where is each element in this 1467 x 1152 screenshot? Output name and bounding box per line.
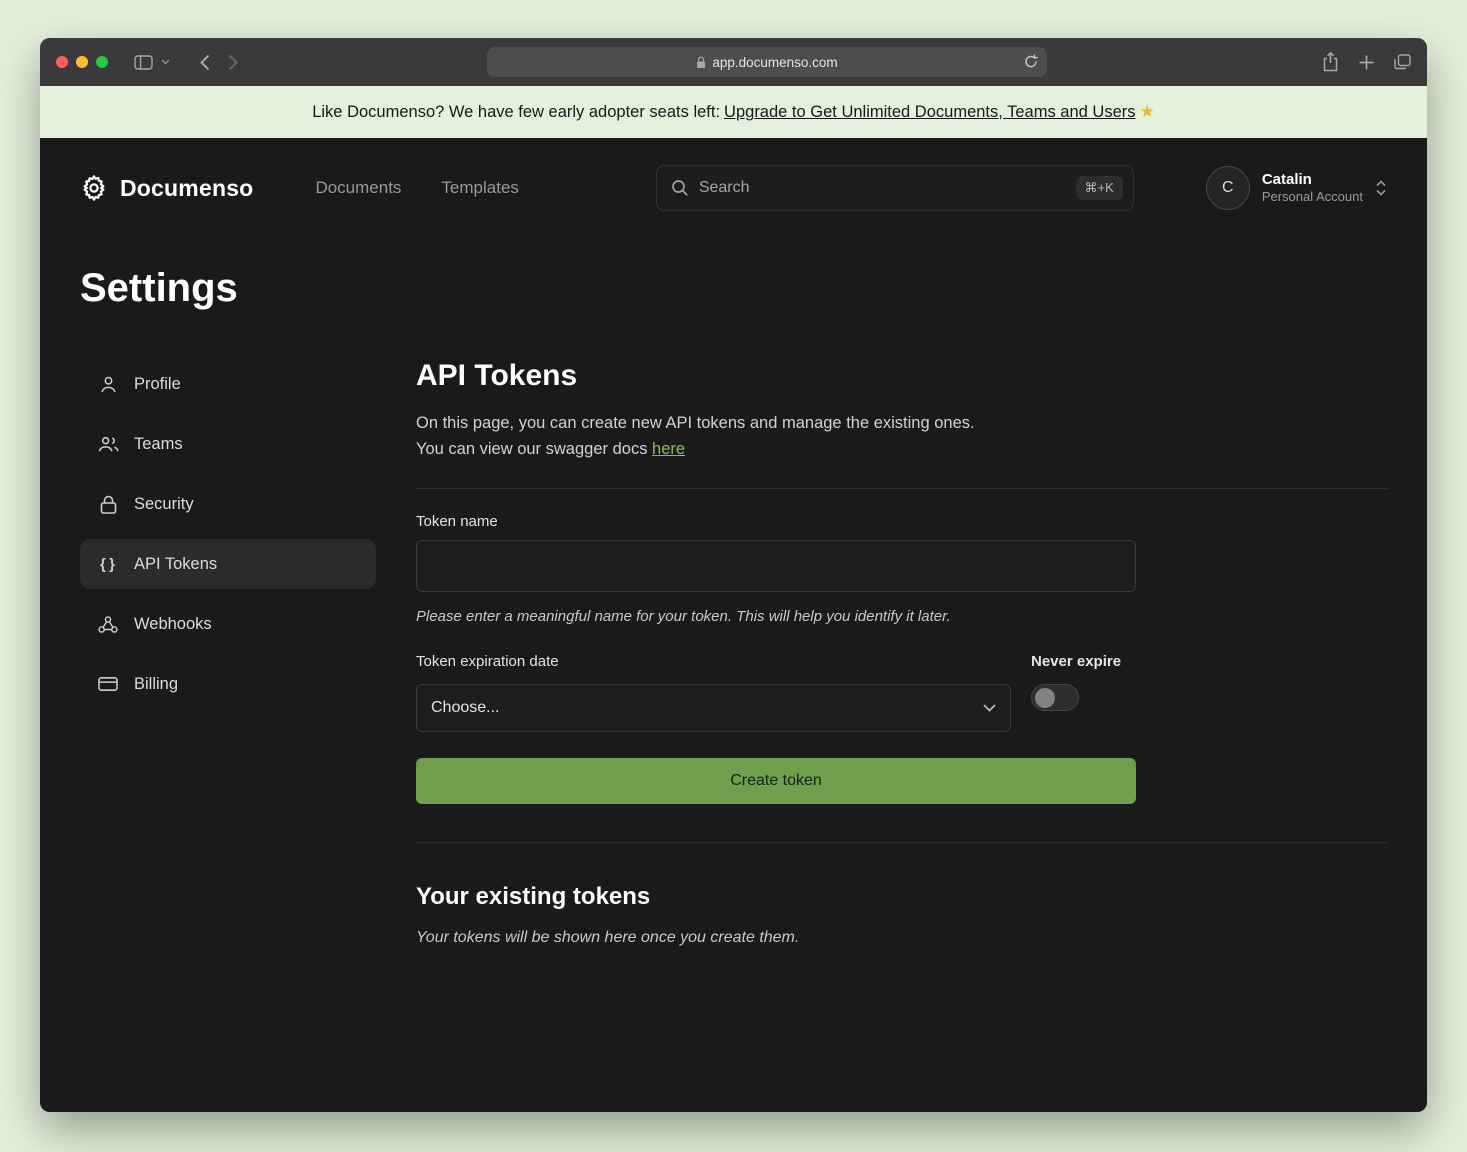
credit-card-icon (97, 676, 119, 692)
braces-icon: { } (97, 556, 119, 573)
chevron-up-down-icon (1375, 179, 1387, 197)
promo-banner: Like Documenso? We have few early adopte… (40, 86, 1427, 138)
lock-icon (97, 495, 119, 514)
reload-icon[interactable] (1024, 54, 1038, 69)
sidebar-item-label: Profile (134, 375, 181, 394)
user-icon (97, 375, 119, 394)
docs-text: You can view our swagger docs (416, 440, 652, 458)
nav-templates[interactable]: Templates (441, 178, 518, 198)
window-controls (56, 56, 108, 68)
never-expire-toggle[interactable] (1031, 684, 1079, 711)
promo-text: Like Documenso? We have few early adopte… (312, 103, 720, 122)
swagger-docs-link[interactable]: here (652, 440, 685, 458)
primary-nav: Documents Templates (315, 178, 518, 198)
users-icon (97, 435, 119, 453)
lock-icon (696, 56, 706, 69)
forward-button[interactable] (228, 54, 238, 71)
sidebar-item-label: Security (134, 495, 194, 514)
sidebar-toggle-icon[interactable] (134, 55, 153, 70)
avatar: C (1206, 166, 1250, 210)
sidebar-item-webhooks[interactable]: Webhooks (80, 599, 376, 649)
tab-overview-icon[interactable] (1394, 54, 1411, 70)
api-tokens-panel: API Tokens On this page, you can create … (416, 359, 1387, 947)
sidebar-item-billing[interactable]: Billing (80, 659, 376, 709)
browser-toolbar: app.documenso.com (40, 38, 1427, 86)
sidebar-item-label: Billing (134, 675, 178, 694)
token-name-label: Token name (416, 513, 1136, 530)
sidebar-item-label: Teams (134, 435, 183, 454)
new-tab-icon[interactable] (1359, 55, 1374, 70)
browser-window: app.documenso.com (40, 38, 1427, 1112)
brand-logo[interactable]: Documenso (80, 174, 253, 202)
token-name-input[interactable] (416, 540, 1136, 592)
account-menu[interactable]: C Catalin Personal Account (1206, 166, 1387, 210)
account-name: Catalin (1262, 170, 1363, 190)
create-token-button[interactable]: Create token (416, 758, 1136, 804)
never-expire-label: Never expire (1031, 653, 1136, 670)
close-window-button[interactable] (56, 56, 68, 68)
url-text: app.documenso.com (712, 55, 837, 70)
expiration-label: Token expiration date (416, 653, 1011, 670)
search-icon (671, 179, 689, 197)
address-bar[interactable]: app.documenso.com (487, 47, 1047, 77)
nav-documents[interactable]: Documents (315, 178, 401, 198)
search-input[interactable]: Search ⌘+K (656, 165, 1134, 211)
brand-name: Documenso (120, 175, 253, 202)
chevron-down-icon (983, 704, 996, 712)
star-icon: ★ (1140, 102, 1155, 122)
divider (416, 488, 1387, 489)
settings-sidebar: Profile Teams (80, 359, 376, 947)
sidebar-menu-chevron-icon[interactable] (161, 59, 170, 65)
sidebar-item-api-tokens[interactable]: { } API Tokens (80, 539, 376, 589)
account-type: Personal Account (1262, 189, 1363, 206)
existing-tokens-title: Your existing tokens (416, 883, 1387, 911)
app-header: Documenso Documents Templates Search ⌘+K… (80, 138, 1387, 210)
section-description: On this page, you can create new API tok… (416, 414, 975, 432)
sidebar-item-label: Webhooks (134, 615, 212, 634)
upgrade-link[interactable]: Upgrade to Get Unlimited Documents, Team… (724, 103, 1135, 122)
search-shortcut: ⌘+K (1076, 176, 1123, 200)
section-title: API Tokens (416, 359, 1387, 393)
search-placeholder: Search (699, 179, 1066, 197)
sidebar-item-teams[interactable]: Teams (80, 419, 376, 469)
token-name-hint: Please enter a meaningful name for your … (416, 608, 1136, 625)
fullscreen-window-button[interactable] (96, 56, 108, 68)
divider (416, 842, 1387, 843)
expiration-selected-value: Choose... (431, 699, 983, 717)
expiration-select[interactable]: Choose... (416, 684, 1011, 732)
minimize-window-button[interactable] (76, 56, 88, 68)
app-root: Documenso Documents Templates Search ⌘+K… (40, 138, 1427, 1112)
documenso-logo-icon (80, 174, 108, 202)
share-icon[interactable] (1322, 52, 1339, 72)
toggle-knob (1035, 688, 1055, 708)
page-title: Settings (80, 266, 1387, 311)
sidebar-item-security[interactable]: Security (80, 479, 376, 529)
existing-tokens-hint: Your tokens will be shown here once you … (416, 929, 1387, 947)
sidebar-item-profile[interactable]: Profile (80, 359, 376, 409)
sidebar-item-label: API Tokens (134, 555, 217, 574)
back-button[interactable] (200, 54, 210, 71)
webhook-icon (97, 615, 119, 634)
